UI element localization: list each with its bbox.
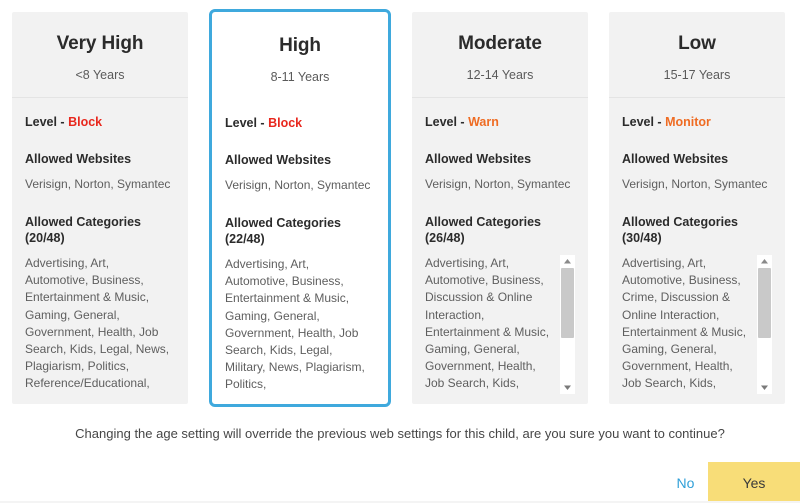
age-level-card-high[interactable]: High 8-11 Years Level - Block Allowed We… <box>209 9 391 407</box>
level-row: Level - Monitor <box>622 114 772 130</box>
age-level-card-moderate[interactable]: Moderate 12-14 Years Level - Warn Allowe… <box>412 12 588 404</box>
allowed-categories-label: Allowed Categories (30/48) <box>622 214 772 246</box>
card-body: Level - Block Allowed Websites Verisign,… <box>212 101 388 404</box>
scrollbar-track[interactable] <box>560 268 575 381</box>
allowed-websites-label: Allowed Websites <box>425 151 575 167</box>
allowed-categories-label: Allowed Categories (22/48) <box>225 215 375 247</box>
allowed-websites-label: Allowed Websites <box>25 151 175 167</box>
level-value: Block <box>68 115 102 129</box>
age-level-card-very-high[interactable]: Very High <8 Years Level - Block Allowed… <box>12 12 188 404</box>
confirmation-message: Changing the age setting will override t… <box>0 425 800 443</box>
age-level-card-low[interactable]: Low 15-17 Years Level - Monitor Allowed … <box>609 12 785 404</box>
card-age-range: 8-11 Years <box>212 69 388 85</box>
allowed-websites-block: Allowed Websites Verisign, Norton, Syman… <box>225 152 375 194</box>
allowed-categories-block: Allowed Categories (20/48) Advertising, … <box>25 214 175 394</box>
card-age-range: <8 Years <box>12 67 188 83</box>
scrollbar-thumb[interactable] <box>758 268 771 338</box>
card-body: Level - Warn Allowed Websites Verisign, … <box>412 98 588 404</box>
scroll-up-arrow-icon[interactable] <box>757 255 772 268</box>
level-row: Level - Block <box>225 115 375 131</box>
allowed-websites-label: Allowed Websites <box>622 151 772 167</box>
card-title: Moderate <box>412 32 588 56</box>
yes-button[interactable]: Yes <box>708 462 800 503</box>
allowed-websites-value: Verisign, Norton, Symantec <box>425 176 575 193</box>
allowed-categories-value: Advertising, Art, Automotive, Business, … <box>225 256 375 394</box>
level-row: Level - Warn <box>425 114 575 130</box>
allowed-categories-value: Advertising, Art, Automotive, Business, … <box>425 255 575 394</box>
card-title: Very High <box>12 32 188 56</box>
allowed-categories-scroll-area: Advertising, Art, Automotive, Business, … <box>425 255 575 394</box>
categories-scrollbar[interactable] <box>560 255 575 394</box>
card-header: Very High <8 Years <box>12 12 188 98</box>
level-row: Level - Block <box>25 114 175 130</box>
level-value: Warn <box>468 115 499 129</box>
allowed-categories-scroll-area: Advertising, Art, Automotive, Business, … <box>622 255 772 394</box>
allowed-websites-label: Allowed Websites <box>225 152 375 168</box>
card-header: Moderate 12-14 Years <box>412 12 588 98</box>
level-value: Block <box>268 116 302 130</box>
level-value: Monitor <box>665 115 711 129</box>
card-header: Low 15-17 Years <box>609 12 785 98</box>
allowed-categories-scroll-area: Advertising, Art, Automotive, Business, … <box>225 256 375 394</box>
allowed-websites-value: Verisign, Norton, Symantec <box>225 177 375 194</box>
no-button[interactable]: No <box>663 462 708 503</box>
card-header: High 8-11 Years <box>212 12 388 101</box>
categories-scrollbar[interactable] <box>757 255 772 394</box>
allowed-categories-label: Allowed Categories (20/48) <box>25 214 175 246</box>
allowed-websites-block: Allowed Websites Verisign, Norton, Syman… <box>622 151 772 193</box>
allowed-websites-value: Verisign, Norton, Symantec <box>622 176 772 193</box>
allowed-categories-block: Allowed Categories (26/48) Advertising, … <box>425 214 575 394</box>
level-label: Level - <box>425 115 468 129</box>
card-body: Level - Monitor Allowed Websites Verisig… <box>609 98 785 404</box>
card-body: Level - Block Allowed Websites Verisign,… <box>12 98 188 404</box>
allowed-categories-scroll-area: Advertising, Art, Automotive, Business, … <box>25 255 175 394</box>
card-age-range: 12-14 Years <box>412 67 588 83</box>
scrollbar-track[interactable] <box>757 268 772 381</box>
card-age-range: 15-17 Years <box>609 67 785 83</box>
allowed-categories-block: Allowed Categories (30/48) Advertising, … <box>622 214 772 394</box>
age-setting-dialog: Very High <8 Years Level - Block Allowed… <box>0 0 800 503</box>
allowed-websites-block: Allowed Websites Verisign, Norton, Syman… <box>25 151 175 193</box>
allowed-categories-value: Advertising, Art, Automotive, Business, … <box>25 255 175 394</box>
card-title: Low <box>609 32 785 56</box>
scroll-down-arrow-icon[interactable] <box>560 381 575 394</box>
level-label: Level - <box>25 115 68 129</box>
allowed-categories-block: Allowed Categories (22/48) Advertising, … <box>225 215 375 394</box>
level-label: Level - <box>225 116 268 130</box>
scroll-up-arrow-icon[interactable] <box>560 255 575 268</box>
scroll-down-arrow-icon[interactable] <box>757 381 772 394</box>
allowed-websites-block: Allowed Websites Verisign, Norton, Syman… <box>425 151 575 193</box>
dialog-action-bar: No Yes <box>0 462 800 503</box>
scrollbar-thumb[interactable] <box>561 268 574 338</box>
allowed-websites-value: Verisign, Norton, Symantec <box>25 176 175 193</box>
allowed-categories-label: Allowed Categories (26/48) <box>425 214 575 246</box>
level-label: Level - <box>622 115 665 129</box>
allowed-categories-value: Advertising, Art, Automotive, Business, … <box>622 255 772 394</box>
age-level-card-list: Very High <8 Years Level - Block Allowed… <box>12 12 788 404</box>
card-title: High <box>212 34 388 58</box>
